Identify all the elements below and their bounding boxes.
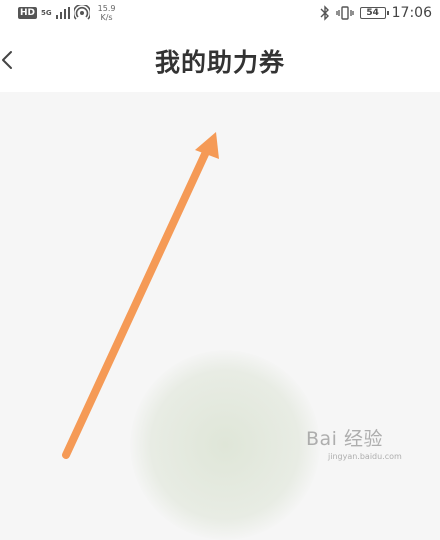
speed-unit: K/s [100, 13, 113, 22]
page-title: 我的助力券 [154, 48, 285, 77]
watermark-sub: jingyan.baidu.com [328, 452, 402, 461]
clock: 17:06 [391, 5, 432, 21]
signal-icon [55, 7, 70, 19]
status-right: 54 17:06 [320, 3, 432, 23]
network-speed: 15.9 K/s [98, 4, 116, 22]
battery-icon: 54 [359, 7, 389, 19]
blurred-circle [130, 350, 320, 540]
watermark: Bai 经验 jingyan.baidu.com [306, 420, 426, 470]
watermark-main: Bai 经验 [306, 428, 383, 450]
bluetooth-icon [320, 5, 329, 21]
battery-level: 54 [366, 8, 379, 18]
hd-badge: HD [18, 7, 38, 19]
hotspot-icon [73, 5, 90, 20]
vibrate-icon [335, 6, 354, 20]
speed-value: 15.9 [97, 4, 116, 13]
status-left: HD 5G 15.9 K/s [18, 4, 115, 22]
network-type: 5G [41, 8, 52, 17]
status-bar: HD 5G 15.9 K/s 54 17:06 [0, 0, 440, 26]
title-bar: 我的助力券 [0, 26, 440, 92]
